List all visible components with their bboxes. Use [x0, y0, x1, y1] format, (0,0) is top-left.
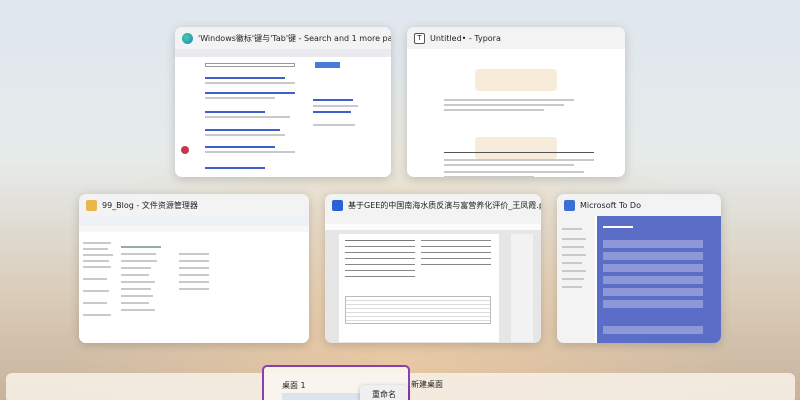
window-typora-title: Untitled• - Typora [430, 33, 501, 43]
window-explorer-preview [79, 216, 309, 343]
window-explorer[interactable]: 99_Blog - 文件资源管理器 [79, 194, 309, 343]
typora-icon: T [414, 32, 425, 44]
new-desktop-button[interactable]: 新建桌面 [411, 379, 443, 390]
window-edge-title: 'Windows徽标'键与'Tab'键 - Search and 1 more … [198, 33, 391, 43]
window-edge-preview [175, 49, 391, 177]
window-pdf[interactable]: 基于GEE的中国南海水质反演与富营养化评价_王凤霞.pdf - 金山... [325, 194, 541, 343]
desktop-1-label: 桌面 1 [282, 381, 306, 390]
edge-icon [182, 32, 193, 44]
desktop-1-thumbnail [282, 393, 364, 400]
todo-icon [564, 199, 575, 211]
window-explorer-title: 99_Blog - 文件资源管理器 [102, 200, 198, 210]
wps-pdf-icon [332, 199, 343, 211]
window-pdf-preview [325, 216, 541, 343]
window-todo-preview [557, 216, 721, 343]
rename-label: 重命名 [372, 389, 396, 399]
rename-menu-item[interactable]: 重命名 [360, 385, 408, 400]
window-typora-preview [407, 49, 625, 177]
window-todo[interactable]: Microsoft To Do [557, 194, 721, 343]
window-pdf-titlebar: 基于GEE的中国南海水质反演与富营养化评价_王凤霞.pdf - 金山... [325, 194, 541, 216]
window-typora-titlebar: T Untitled• - Typora [407, 27, 625, 49]
window-explorer-titlebar: 99_Blog - 文件资源管理器 [79, 194, 309, 216]
new-desktop-label: 新建桌面 [411, 380, 443, 389]
window-edge-titlebar: 'Windows徽标'键与'Tab'键 - Search and 1 more … [175, 27, 391, 49]
window-todo-titlebar: Microsoft To Do [557, 194, 721, 216]
folder-icon [86, 199, 97, 211]
window-edge[interactable]: 'Windows徽标'键与'Tab'键 - Search and 1 more … [175, 27, 391, 177]
window-todo-title: Microsoft To Do [580, 200, 641, 210]
window-pdf-title: 基于GEE的中国南海水质反演与富营养化评价_王凤霞.pdf - 金山... [348, 200, 541, 210]
window-typora[interactable]: T Untitled• - Typora [407, 27, 625, 177]
